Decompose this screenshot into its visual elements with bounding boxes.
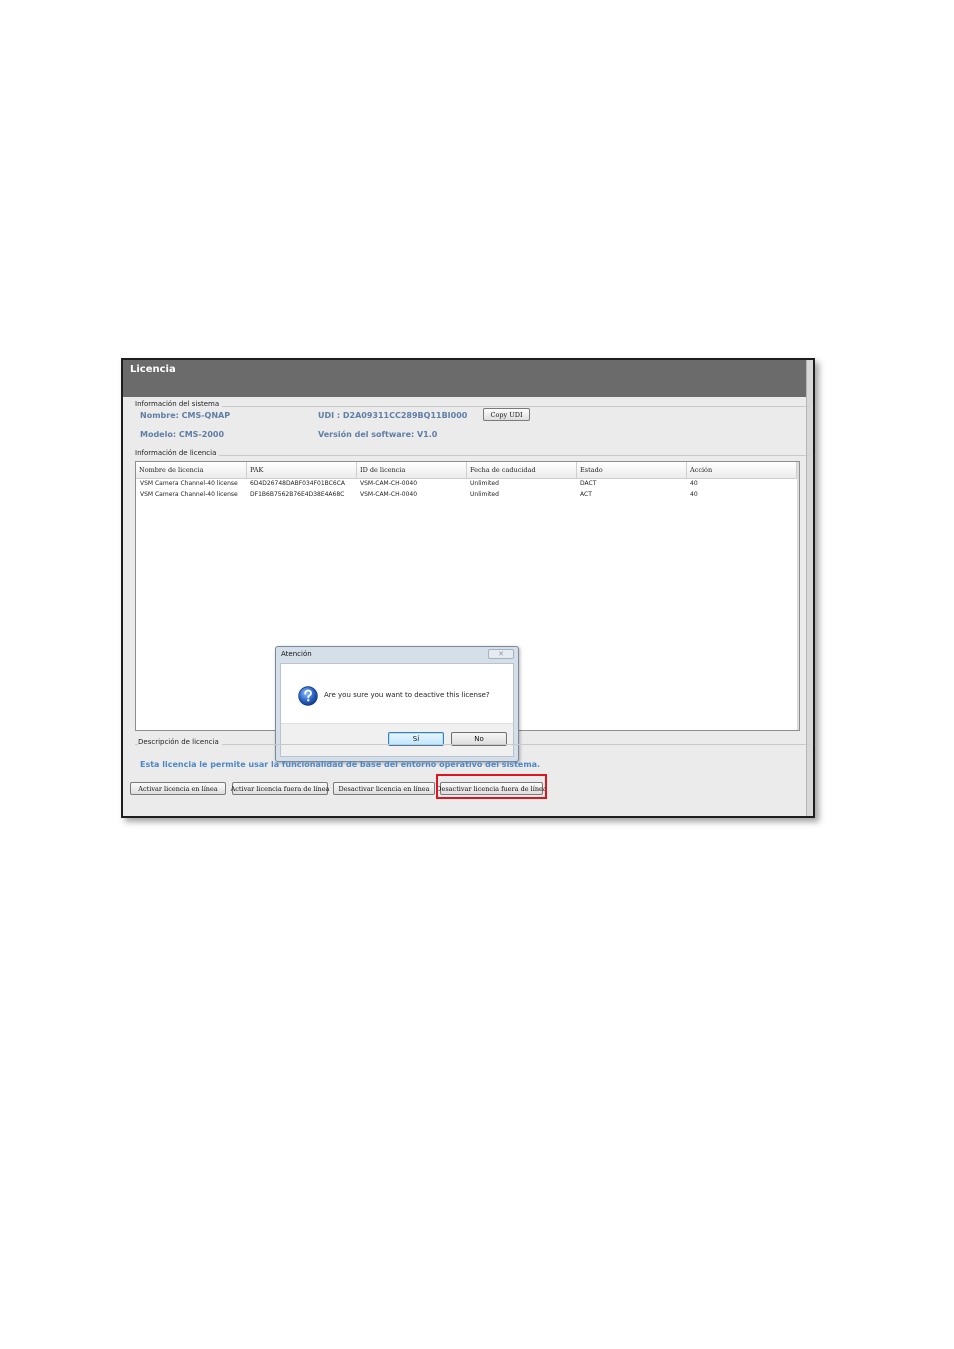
dialog-message: Are you sure you want to deactive this l… — [324, 691, 490, 699]
window-title: Licencia — [130, 364, 176, 375]
highlight-box — [436, 774, 547, 799]
cell-expiry: Unlimited — [470, 491, 499, 498]
column-header-license-id[interactable]: ID de licencia — [357, 462, 467, 478]
software-version: Versión del software: V1.0 — [318, 430, 438, 439]
table-scroll-edge[interactable] — [797, 462, 799, 730]
system-model: Modelo: CMS-2000 — [140, 430, 225, 439]
description-text: Esta licencia le permite usar la funcion… — [140, 760, 541, 769]
cell-action: 40 — [690, 480, 698, 487]
cell-expiry: Unlimited — [470, 480, 499, 487]
cell-license-id: VSM-CAM-CH-0040 — [360, 491, 418, 498]
description-label: Descripción de licencia — [138, 738, 222, 746]
cell-name: VSM Camera Channel-40 license — [140, 480, 238, 487]
cell-name: VSM Camera Channel-40 license — [140, 491, 238, 498]
system-name: Nombre: CMS-QNAP — [140, 411, 231, 420]
question-icon — [298, 686, 318, 706]
cell-status: DACT — [580, 480, 597, 487]
license-info-label: Información de licencia — [135, 449, 220, 457]
column-header-pak[interactable]: PAK — [247, 462, 357, 478]
cell-pak: 6D4D26748DABF034F01BC6CA — [250, 480, 345, 487]
system-info-group: Información del sistema — [135, 400, 809, 453]
close-icon: ✕ — [498, 650, 504, 658]
license-window: Licencia Información del sistema Nombre:… — [121, 358, 815, 818]
system-info-label: Información del sistema — [135, 400, 223, 408]
window-titlebar: Licencia — [123, 360, 813, 397]
cell-action: 40 — [690, 491, 698, 498]
dialog-title: Atención — [281, 650, 312, 658]
dialog-body: Are you sure you want to deactive this l… — [280, 663, 514, 757]
cell-pak: DF1B6B7562B76E4D38E4A68C — [250, 491, 345, 498]
system-udi: UDI : D2A09311CC289BQ11BI000 — [318, 411, 468, 420]
cell-license-id: VSM-CAM-CH-0040 — [360, 480, 418, 487]
column-header-action[interactable]: Acción — [687, 462, 797, 478]
copy-udi-button[interactable]: Copy UDI — [483, 408, 530, 421]
column-header-status[interactable]: Estado — [577, 462, 687, 478]
dialog-close-button[interactable]: ✕ — [488, 649, 514, 659]
license-table: Nombre de licencia PAK ID de licencia Fe… — [135, 461, 800, 762]
deactivate-online-button[interactable]: Desactivar licencia en línea — [333, 782, 435, 795]
activate-offline-button[interactable]: Activar licencia fuera de línea — [231, 782, 329, 795]
activate-online-button[interactable]: Activar licencia en línea — [130, 782, 226, 795]
column-header-name[interactable]: Nombre de licencia — [136, 462, 247, 478]
license-table-header: Nombre de licencia PAK ID de licencia Fe… — [136, 462, 799, 479]
cell-status: ACT — [580, 491, 592, 498]
column-header-expiry[interactable]: Fecha de caducidad — [467, 462, 577, 478]
